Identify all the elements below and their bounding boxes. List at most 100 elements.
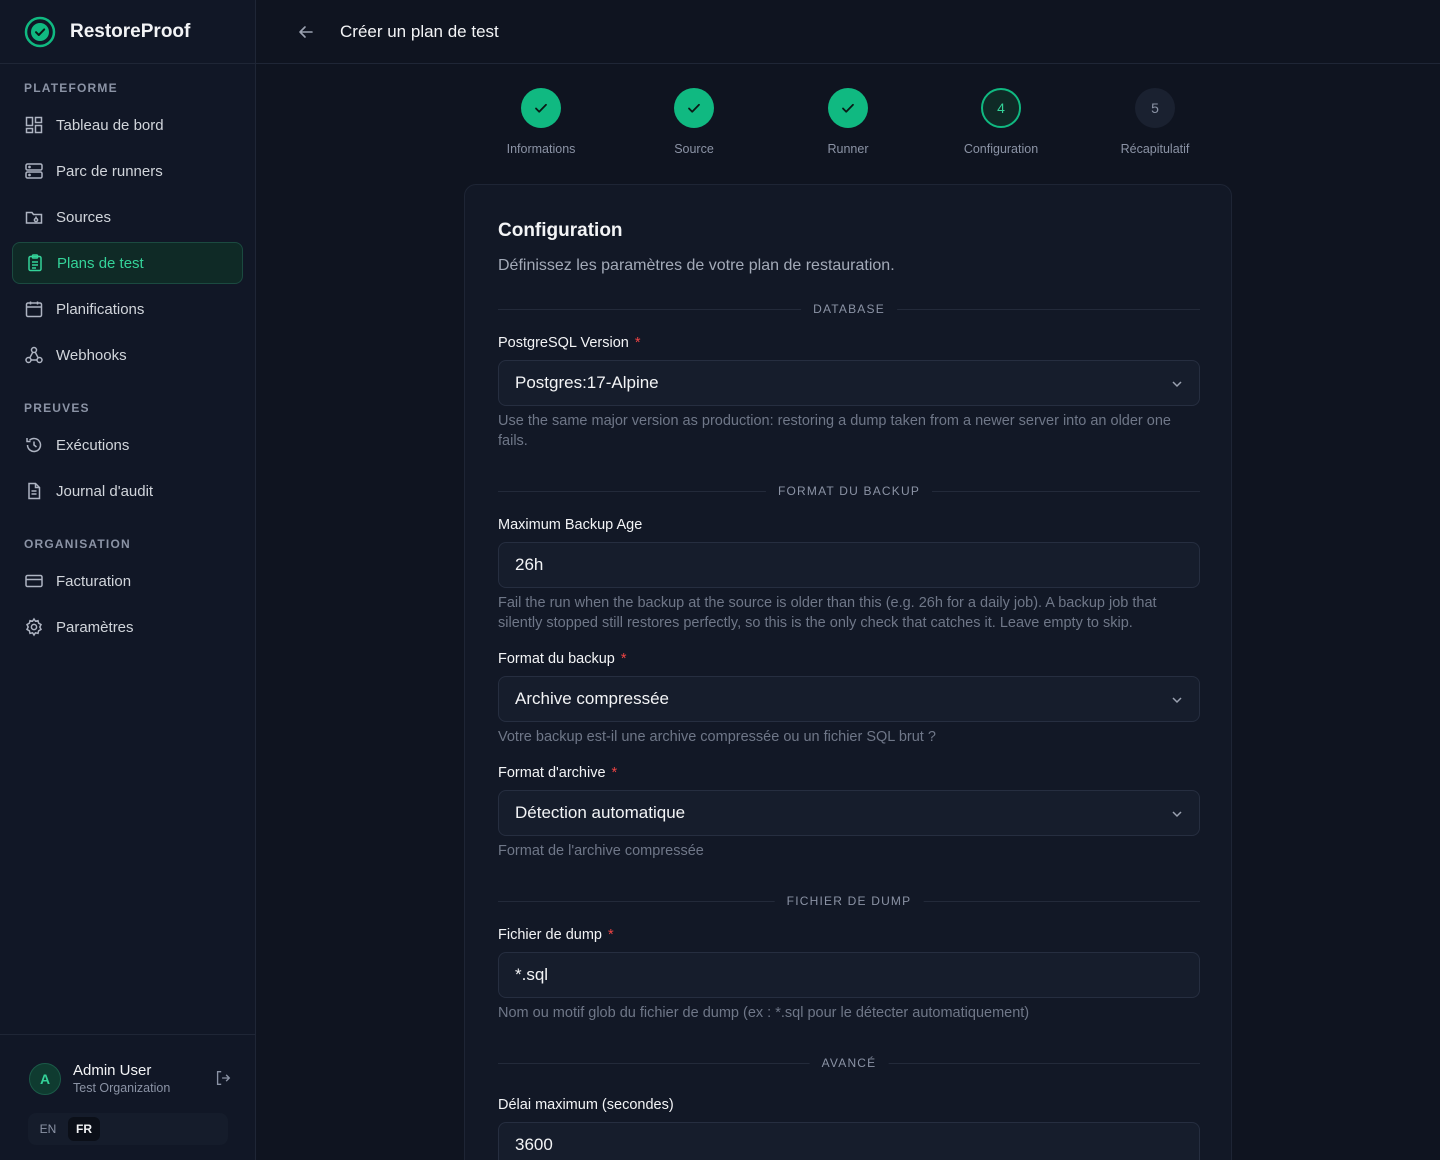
check-icon: [842, 103, 854, 113]
calendar-icon: [25, 301, 43, 318]
step-runner[interactable]: Runner: [778, 88, 918, 156]
pg-version-select[interactable]: Postgres:17-Alpine: [498, 360, 1200, 406]
step-label: Récapitulatif: [1120, 142, 1190, 156]
user-org: Test Organization: [73, 1081, 171, 1095]
step-configuration[interactable]: 4 Configuration: [931, 88, 1071, 156]
max-age-label: Maximum Backup Age: [498, 517, 642, 533]
section-label-evidence: PREUVES: [24, 401, 90, 415]
user-panel: A Admin User Test Organization EN FR: [0, 1034, 256, 1160]
sidebar-item-audit-log[interactable]: Journal d'audit: [12, 470, 243, 512]
sidebar-item-label: Sources: [56, 208, 112, 226]
field-label-text: Fichier de dump: [498, 927, 602, 943]
brand[interactable]: RestoreProof: [0, 0, 255, 64]
chevron-down-icon: [1172, 811, 1182, 818]
select-value: Postgres:17-Alpine: [515, 373, 659, 392]
sidebar-item-executions[interactable]: Exécutions: [12, 424, 243, 466]
step-label: Configuration: [963, 142, 1039, 156]
shield-check-logo-icon: [24, 16, 56, 47]
sidebar-item-settings[interactable]: Paramètres: [12, 606, 243, 648]
pg-version-label: PostgreSQL Version *: [498, 335, 641, 351]
step-number-circle: 4: [981, 88, 1021, 128]
logout-icon[interactable]: [214, 1069, 232, 1087]
sidebar-item-label: Parc de runners: [56, 162, 163, 180]
backup-format-select[interactable]: Archive compressée: [498, 676, 1200, 722]
sidebar-item-sources[interactable]: Sources: [12, 196, 243, 238]
language-option-fr[interactable]: FR: [68, 1117, 100, 1141]
select-value: Détection automatique: [515, 803, 686, 822]
step-label: Runner: [827, 142, 869, 156]
language-switcher: EN FR: [28, 1113, 228, 1145]
chevron-down-icon: [1172, 697, 1182, 704]
brand-name: RestoreProof: [70, 20, 191, 42]
credit-card-icon: [25, 574, 43, 588]
language-option-en[interactable]: EN: [32, 1117, 64, 1141]
step-done-circle: [521, 88, 561, 128]
pg-version-help: Use the same major version as production…: [498, 413, 1171, 449]
sidebar-item-test-plans[interactable]: Plans de test: [12, 242, 243, 284]
folder-icon: [25, 211, 43, 224]
timeout-label: Délai maximum (secondes): [498, 1097, 674, 1113]
input-value: 3600: [515, 1135, 553, 1154]
field-label-text: Maximum Backup Age: [498, 517, 643, 533]
sidebar-item-label: Planifications: [56, 300, 145, 318]
card-title: Configuration: [498, 220, 623, 241]
dashboard-icon: [25, 116, 43, 134]
sidebar-item-billing[interactable]: Facturation: [12, 560, 243, 602]
archive-format-help: Format de l'archive compressée: [498, 843, 704, 859]
section-divider-dump-file: FICHIER DE DUMP: [498, 894, 1200, 908]
step-source[interactable]: Source: [624, 88, 764, 156]
back-arrow-icon[interactable]: [296, 22, 316, 42]
topbar: Créer un plan de test: [256, 0, 1440, 64]
card-subtitle: Définissez les paramètres de votre plan …: [498, 257, 895, 274]
step-done-circle: [828, 88, 868, 128]
sidebar-item-label: Facturation: [56, 572, 132, 590]
sidebar-item-webhooks[interactable]: Webhooks: [12, 334, 243, 376]
section-heading: FORMAT DU BACKUP: [765, 484, 933, 498]
section-divider-database: DATABASE: [498, 302, 1200, 316]
max-age-help: Fail the run when the backup at the sour…: [498, 595, 1157, 631]
max-age-input[interactable]: 26h: [498, 542, 1200, 588]
select-value: Archive compressée: [515, 689, 670, 708]
step-label: Source: [674, 142, 714, 156]
page-title: Créer un plan de test: [340, 22, 499, 41]
input-value: 26h: [515, 555, 544, 574]
step-summary[interactable]: 5 Récapitulatif: [1085, 88, 1225, 156]
field-label-text: Format du backup: [498, 651, 615, 667]
step-informations[interactable]: Informations: [471, 88, 611, 156]
sidebar-item-label: Webhooks: [56, 346, 127, 364]
dump-file-input[interactable]: *.sql: [498, 952, 1200, 998]
field-label-text: Délai maximum (secondes): [498, 1097, 674, 1113]
avatar[interactable]: A: [29, 1063, 61, 1095]
user-name: Admin User: [73, 1062, 152, 1079]
sidebar: RestoreProof PLATEFORME Tableau de bord …: [0, 0, 256, 1160]
check-icon: [535, 103, 547, 113]
archive-format-label: Format d'archive *: [498, 765, 617, 781]
webhook-icon: [25, 346, 43, 364]
field-label-text: Format d'archive: [498, 765, 606, 781]
server-icon: [25, 163, 43, 179]
required-marker: *: [620, 651, 627, 667]
required-marker: *: [634, 335, 641, 351]
sidebar-item-label: Paramètres: [56, 618, 134, 636]
section-divider-advanced: AVANCÉ: [498, 1056, 1200, 1070]
archive-format-select[interactable]: Détection automatique: [498, 790, 1200, 836]
sidebar-item-label: Plans de test: [57, 254, 144, 272]
sidebar-item-label: Journal d'audit: [56, 482, 154, 500]
timeout-input[interactable]: 3600: [498, 1122, 1200, 1160]
sidebar-item-label: Exécutions: [56, 436, 130, 454]
history-icon: [26, 437, 42, 453]
configuration-card: Configuration Définissez les paramètres …: [464, 184, 1232, 1160]
input-value: *.sql: [515, 965, 549, 984]
backup-format-help: Votre backup est-il une archive compress…: [498, 729, 936, 745]
dump-file-help: Nom ou motif glob du fichier de dump (ex…: [498, 1005, 1030, 1021]
backup-format-label: Format du backup *: [498, 651, 627, 667]
sidebar-item-schedules[interactable]: Planifications: [12, 288, 243, 330]
sidebar-item-runners[interactable]: Parc de runners: [12, 150, 243, 192]
step-number-circle: 5: [1135, 88, 1175, 128]
step-done-circle: [674, 88, 714, 128]
section-heading: AVANCÉ: [809, 1056, 889, 1070]
sidebar-item-label: Tableau de bord: [56, 116, 164, 134]
sidebar-item-dashboard[interactable]: Tableau de bord: [12, 104, 243, 146]
field-label-text: PostgreSQL Version: [498, 335, 629, 351]
chevron-down-icon: [1172, 381, 1182, 388]
